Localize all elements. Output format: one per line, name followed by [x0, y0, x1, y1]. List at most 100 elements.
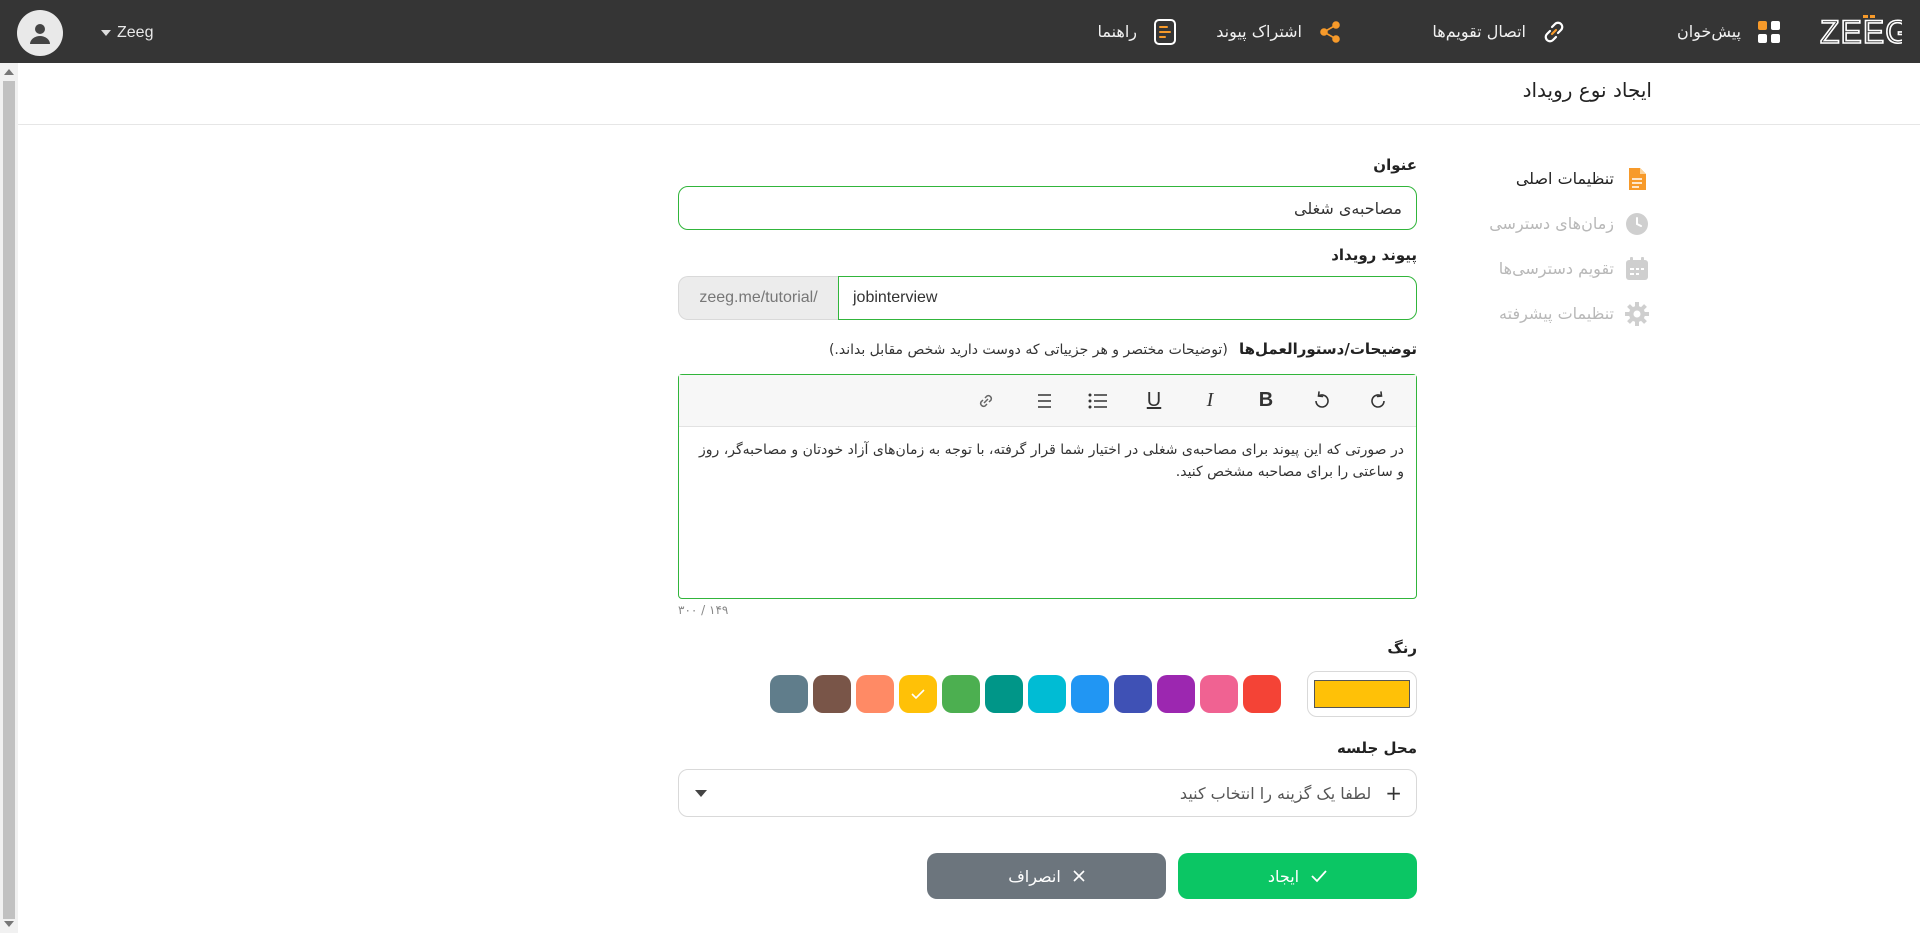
title-label: عنوان: [1373, 156, 1417, 174]
color-swatch[interactable]: [942, 675, 980, 713]
check-icon: [1311, 870, 1327, 883]
step-label: تنظیمات اصلی: [1515, 169, 1614, 188]
help-doc-icon: [1151, 18, 1179, 46]
avatar[interactable]: [17, 10, 63, 56]
italic-button[interactable]: I: [1182, 375, 1238, 427]
color-label: رنگ: [1387, 639, 1417, 657]
description-char-counter: ۳۰۰ / ۱۴۹: [678, 603, 729, 617]
color-swatch[interactable]: [813, 675, 851, 713]
color-swatch[interactable]: [1243, 675, 1281, 713]
scroll-down-arrow-icon[interactable]: [4, 921, 14, 927]
link-icon: [1540, 18, 1568, 46]
top-navigation-bar: ZEEG پیش‌خوان اتصال تقویم‌ها اشتراک پیون…: [0, 0, 1920, 63]
page-scrollbar[interactable]: [0, 63, 18, 933]
step-availability-times[interactable]: زمان‌های دسترسی: [1450, 201, 1650, 246]
event-link-input[interactable]: jobinterview: [838, 276, 1417, 320]
nav-share-link[interactable]: اشتراک پیوند: [1216, 0, 1344, 63]
title-input-value: مصاحبه‌ی شغلی: [1294, 198, 1402, 218]
logo-text: ZEEG: [1820, 14, 1902, 48]
close-icon: [1073, 870, 1085, 882]
color-swatch[interactable]: [856, 675, 894, 713]
header-divider: [18, 124, 1920, 125]
underline-icon: U: [1146, 389, 1162, 411]
user-name: Zeeg: [117, 24, 154, 41]
title-input[interactable]: مصاحبه‌ی شغلی: [678, 186, 1417, 230]
bullet-list-button[interactable]: [1070, 375, 1126, 427]
color-picker: [678, 671, 1417, 717]
plus-icon: +: [1385, 781, 1402, 805]
location-label: محل جلسه: [1336, 739, 1417, 757]
description-label: توضیحات/دستورالعمل‌ها (توضیحات مختصر و ه…: [678, 340, 1417, 362]
document-icon: [1624, 166, 1650, 192]
color-swatch[interactable]: [899, 675, 937, 713]
cancel-button[interactable]: انصراف: [927, 853, 1166, 899]
color-swatch[interactable]: [1071, 675, 1109, 713]
color-swatch[interactable]: [770, 675, 808, 713]
gear-icon: [1624, 301, 1650, 327]
link-icon: [979, 394, 993, 407]
undo-icon: [1315, 390, 1329, 408]
location-placeholder: لطفا یک گزینه را انتخاب کنید: [1179, 783, 1372, 803]
step-main-settings[interactable]: تنظیمات اصلی: [1450, 156, 1650, 201]
redo-button[interactable]: [1350, 375, 1406, 427]
step-label: تنظیمات پیشرفته: [1499, 304, 1614, 323]
zeeg-logo[interactable]: ZEEG: [1820, 14, 1902, 48]
event-link-field: zeeg.me/tutorial/ jobinterview: [678, 276, 1417, 320]
scrollbar-thumb[interactable]: [3, 81, 15, 919]
check-icon: [911, 689, 925, 700]
event-link-label: پیوند رویداد: [1331, 246, 1417, 264]
nav-share-link-label: اشتراک پیوند: [1216, 22, 1302, 41]
description-textarea[interactable]: در صورتی که این پیوند برای مصاحبه‌ی شغلی…: [679, 427, 1416, 495]
page-title: ایجاد نوع رویداد: [1522, 78, 1652, 102]
step-label: تقویم دسترسی‌ها: [1498, 259, 1614, 278]
color-swatch[interactable]: [1028, 675, 1066, 713]
nav-help-label: راهنما: [1097, 22, 1137, 41]
scroll-up-arrow-icon[interactable]: [4, 69, 14, 75]
description-hint: (توضیحات مختصر و هر جزییاتی که دوست داری…: [828, 342, 1228, 358]
color-swatch[interactable]: [985, 675, 1023, 713]
italic-icon: I: [1206, 389, 1214, 411]
event-link-prefix: zeeg.me/tutorial/: [678, 276, 838, 320]
user-name-dropdown[interactable]: Zeeg: [101, 24, 153, 42]
create-button[interactable]: ایجاد: [1178, 853, 1417, 899]
location-select[interactable]: + لطفا یک گزینه را انتخاب کنید: [678, 769, 1417, 817]
step-advanced-settings[interactable]: تنظیمات پیشرفته: [1450, 291, 1650, 336]
event-type-form: عنوان مصاحبه‌ی شغلی پیوند رویداد zeeg.me…: [678, 156, 1417, 899]
description-editor: B I U 123 در صورتی که این پیوند برای مصا…: [678, 374, 1417, 599]
bold-icon: B: [1258, 389, 1274, 411]
step-label: زمان‌های دسترسی: [1489, 214, 1614, 233]
underline-button[interactable]: U: [1126, 375, 1182, 427]
nav-help[interactable]: راهنما: [1097, 0, 1179, 63]
nav-connect-calendars-label: اتصال تقویم‌ها: [1432, 22, 1526, 41]
form-actions: ایجاد انصراف: [678, 853, 1417, 899]
create-button-label: ایجاد: [1267, 866, 1300, 886]
color-swatches: [770, 675, 1281, 713]
dropdown-arrow-icon: [695, 790, 707, 797]
undo-button[interactable]: [1294, 375, 1350, 427]
settings-steps: تنظیمات اصلی زمان‌های دسترسی تقویم دسترس…: [1450, 156, 1650, 336]
color-swatch[interactable]: [1157, 675, 1195, 713]
insert-link-button[interactable]: [958, 375, 1014, 427]
share-icon: [1316, 18, 1344, 46]
numbered-list-button[interactable]: 123: [1014, 375, 1070, 427]
numbered-list-icon: 123: [1032, 393, 1051, 410]
user-icon: [30, 24, 50, 44]
selected-color-fill: [1314, 680, 1410, 708]
nav-connect-calendars[interactable]: اتصال تقویم‌ها: [1432, 0, 1568, 63]
description-label-text: توضیحات/دستورالعمل‌ها: [1239, 340, 1417, 358]
dashboard-grid-icon: [1755, 18, 1783, 46]
user-menu[interactable]: Zeeg: [17, 10, 153, 56]
event-link-value: jobinterview: [853, 289, 938, 306]
caret-down-icon: [101, 30, 111, 36]
redo-icon: [1371, 390, 1385, 408]
color-swatch[interactable]: [1200, 675, 1238, 713]
selected-color-preview[interactable]: [1307, 671, 1417, 717]
editor-toolbar: B I U 123: [679, 375, 1416, 427]
nav-dashboard[interactable]: پیش‌خوان: [1677, 0, 1783, 63]
color-swatch[interactable]: [1114, 675, 1152, 713]
clock-icon: [1624, 211, 1650, 237]
calendar-icon: [1624, 256, 1650, 282]
step-availability-calendar[interactable]: تقویم دسترسی‌ها: [1450, 246, 1650, 291]
bold-button[interactable]: B: [1238, 375, 1294, 427]
nav-dashboard-label: پیش‌خوان: [1676, 22, 1741, 41]
